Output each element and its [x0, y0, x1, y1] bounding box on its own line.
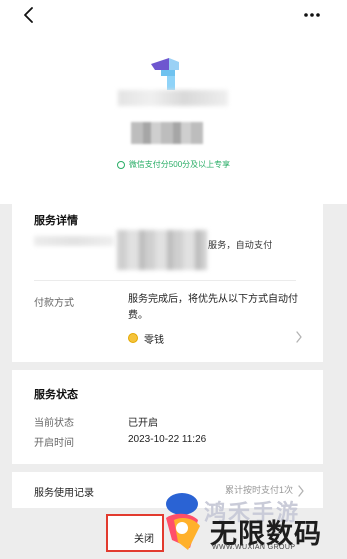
blurred-detail-text: [34, 236, 114, 246]
payment-method-label: 付款方式: [34, 298, 74, 309]
current-status-label: 当前状态: [34, 418, 74, 429]
blurred-detail-text-2: [117, 230, 207, 270]
detail-description: 服务，自动支付: [208, 240, 273, 250]
back-button[interactable]: [18, 4, 40, 26]
close-service-label: 关闭: [134, 534, 154, 545]
coin-icon: [128, 333, 138, 343]
payment-method-name: 零钱: [144, 334, 164, 346]
chevron-left-icon: [24, 7, 33, 23]
payment-method-description: 服务完成后，将优先从以下方式自动付费。: [128, 294, 298, 321]
service-detail-title: 服务详情: [34, 215, 78, 227]
top-bar: [0, 0, 347, 34]
check-circle-icon: [116, 160, 125, 169]
service-logo-icon: [151, 58, 179, 90]
watermark-logo-icon: [166, 493, 200, 550]
service-detail-card: 服务详情 服务，自动支付 付款方式 服务完成后，将优先从以下方式自动付费。 零钱: [12, 204, 323, 362]
blurred-merchant-name: [131, 122, 203, 144]
service-header-card: 微信支付分500分及以上专享: [0, 34, 347, 204]
chevron-right-icon: [296, 331, 302, 343]
divider: [34, 280, 296, 281]
promo-text: 微信支付分500分及以上专享: [128, 160, 231, 169]
more-options-button[interactable]: [299, 6, 325, 24]
ellipsis-icon: [304, 13, 320, 17]
start-time-label: 开启时间: [34, 438, 74, 449]
promo-line: 微信支付分500分及以上专享: [0, 159, 347, 170]
close-service-button[interactable]: 关闭: [106, 514, 164, 552]
service-status-title: 服务状态: [34, 389, 78, 401]
current-status-value: 已开启: [128, 418, 158, 429]
blurred-service-name: [118, 90, 228, 106]
start-time-value: 2023-10-22 11:26: [128, 434, 207, 445]
usage-record-label: 服务使用记录: [34, 488, 94, 499]
watermark-sub-text: WWW.WUXIAN GROUP: [212, 544, 296, 551]
watermark: 鸿禾手游 无限数码 WWW.WUXIAN GROUP: [160, 490, 347, 559]
service-status-card: 服务状态 当前状态 已开启 开启时间 2023-10-22 11:26: [12, 370, 323, 464]
payment-method-row[interactable]: 零钱: [128, 330, 303, 346]
